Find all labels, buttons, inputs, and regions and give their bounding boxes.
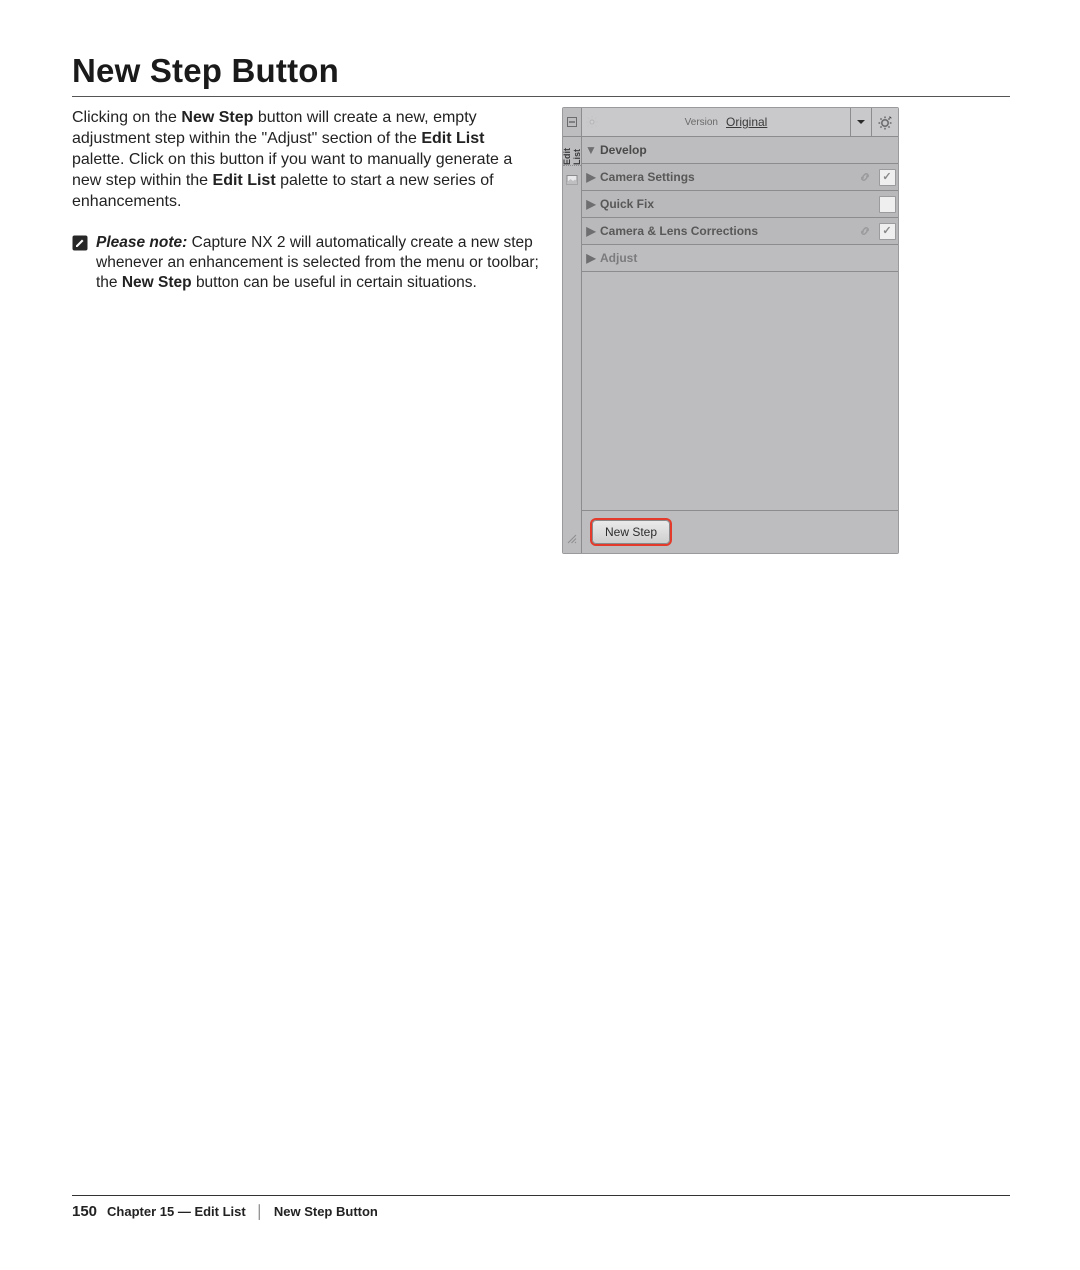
page-footer: 150 Chapter 15 — Edit List │ New Step Bu… <box>72 1195 1010 1220</box>
row-camera-settings[interactable]: ▶ Camera Settings ✓ <box>582 164 898 191</box>
note-text: Please note: Capture NX 2 will automatic… <box>96 233 540 294</box>
row-label: Adjust <box>600 251 898 265</box>
row-adjust[interactable]: ▶ Adjust <box>582 245 898 272</box>
adjust-body-area <box>582 272 898 511</box>
page-title: New Step Button <box>72 52 1010 90</box>
chevron-right-icon: ▶ <box>582 251 600 265</box>
image-thumb-icon[interactable] <box>563 166 581 194</box>
gear-icon[interactable] <box>872 108 898 136</box>
section-develop-row[interactable]: ▼ Develop <box>582 137 898 164</box>
text-bold: Edit List <box>213 172 276 189</box>
version-dropdown-icon[interactable] <box>850 108 872 136</box>
page-number: 150 <box>72 1203 97 1220</box>
row-camera-lens-corrections[interactable]: ▶ Camera & Lens Corrections ✓ <box>582 218 898 245</box>
pencil-icon <box>72 235 88 251</box>
version-label: Version <box>685 117 718 128</box>
row-checkbox[interactable]: ✓ <box>879 169 896 186</box>
text-bold: New Step <box>181 109 253 126</box>
chevron-right-icon: ▶ <box>582 170 600 184</box>
chevron-down-icon: ▼ <box>582 143 600 157</box>
edit-list-tab-icon[interactable]: Edit List <box>563 137 581 165</box>
footer-separator-icon: │ <box>256 1204 264 1219</box>
row-quick-fix[interactable]: ▶ Quick Fix <box>582 191 898 218</box>
palette-footer: New Step <box>582 511 898 553</box>
section-develop-label: Develop <box>600 143 898 157</box>
title-rule <box>72 96 1010 97</box>
row-checkbox[interactable] <box>879 196 896 213</box>
edit-list-palette: Version Original Edit List <box>562 107 899 554</box>
footer-section: New Step Button <box>274 1204 378 1219</box>
grip-icon[interactable] <box>563 525 581 553</box>
palette-side-rail: Edit List <box>563 137 582 553</box>
footer-chapter: Chapter 15 — Edit List <box>107 1204 246 1219</box>
row-label: Camera Settings <box>600 170 854 184</box>
text: button can be useful in certain situatio… <box>196 274 477 291</box>
body-text: Clicking on the New Step button will cre… <box>72 107 540 294</box>
text: Clicking on the <box>72 109 181 126</box>
new-step-button[interactable]: New Step <box>592 520 670 544</box>
chevron-right-icon: ▶ <box>582 197 600 211</box>
edit-list-tab-label: Edit List <box>562 137 582 165</box>
version-selector[interactable]: Version Original <box>602 108 850 136</box>
version-value: Original <box>726 115 767 129</box>
text-bold: Edit List <box>421 130 484 147</box>
palette-top-strip: Version Original <box>563 108 898 137</box>
text-bold: New Step <box>122 274 192 291</box>
footer-chapter-text: Chapter 15 — Edit List <box>107 1204 246 1219</box>
link-icon[interactable] <box>854 170 876 184</box>
chevron-right-icon: ▶ <box>582 224 600 238</box>
row-label: Quick Fix <box>600 197 854 211</box>
row-label: Camera & Lens Corrections <box>600 224 854 238</box>
brightness-icon[interactable] <box>582 108 602 136</box>
minimize-icon[interactable] <box>563 108 582 136</box>
row-checkbox[interactable]: ✓ <box>879 223 896 240</box>
note-lead: Please note: <box>96 234 187 251</box>
paragraph-main: Clicking on the New Step button will cre… <box>72 107 540 213</box>
link-icon[interactable] <box>854 224 876 238</box>
note-block: Please note: Capture NX 2 will automatic… <box>72 233 540 294</box>
